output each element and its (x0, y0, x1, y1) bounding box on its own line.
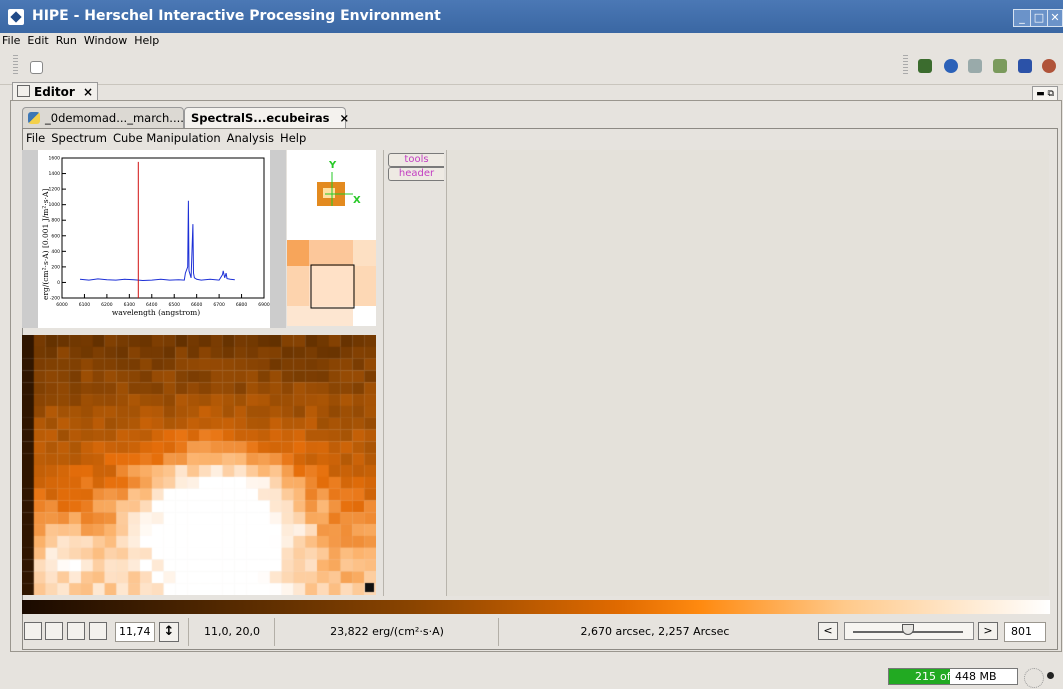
tab-editor[interactable]: Editor × (12, 82, 98, 101)
y-tick-label: 200 (51, 264, 60, 270)
spectrum-line (79, 200, 235, 282)
prev-slice-button[interactable]: < (818, 622, 838, 640)
flux-value: 23,822 erg/(cm²·s·A) (274, 618, 499, 646)
y-tick-label: 600 (51, 233, 60, 239)
tab-spectral-cube[interactable]: SpectralS...ecubeiras × (184, 107, 349, 128)
plot-margin-left (22, 150, 38, 328)
y-tick-label: 1000 (49, 202, 61, 208)
menu-window[interactable]: Window (84, 34, 127, 47)
cube-menu-file[interactable]: File (26, 131, 45, 145)
zoom-fit-icon[interactable] (67, 622, 85, 640)
tab-editor-close[interactable]: × (83, 85, 93, 99)
tab-editor-label: Editor (34, 85, 75, 99)
x-tick-label: 6100 (79, 302, 91, 308)
toolbar-grip[interactable] (13, 55, 18, 75)
cube-menu-analysis[interactable]: Analysis (227, 131, 274, 145)
tab-tools[interactable]: tools (388, 153, 444, 167)
tab-spectral-label: SpectralS...ecubeiras (191, 111, 330, 125)
cube-image[interactable] (22, 335, 376, 595)
cube-menu-help[interactable]: Help (280, 131, 306, 145)
tab-demo-script[interactable]: _0demomad..._march.... (22, 107, 184, 128)
memory-total: 448 MB (955, 670, 997, 683)
menu-file[interactable]: File (2, 34, 20, 47)
sky-coords: 2,670 arcsec, 2,257 Arcsec (498, 618, 811, 646)
y-tick-label: 1400 (49, 171, 61, 177)
close-icon[interactable]: ✕ (1047, 9, 1063, 27)
menu-edit[interactable]: Edit (27, 34, 48, 47)
y-tick-label: -200 (50, 296, 60, 302)
tab-header[interactable]: header (388, 167, 444, 181)
plot-frame (61, 157, 265, 299)
y-axis-label: erg/(cm²·s·A) [0.001 J/m²·s·A] (41, 189, 50, 300)
x-axis-label: wavelength (angstrom) (112, 308, 200, 317)
y-ticks: -200 0 200 400 600 800 1000 1200 1400 1600 (49, 156, 66, 302)
plot-margin-right (270, 150, 286, 328)
minimap-x-label: X (353, 195, 361, 206)
tools-panel (446, 150, 1049, 596)
y-tick-label: 0 (57, 280, 60, 286)
x-tick-label: 6900 (258, 302, 270, 308)
cube-minimap[interactable]: Y X (287, 150, 376, 326)
minimap-svg[interactable]: Y X (287, 150, 376, 326)
y-tick-label: 1600 (49, 156, 61, 162)
settings-icon[interactable] (1042, 59, 1056, 73)
next-slice-button[interactable]: > (978, 622, 998, 640)
spectrum-plot[interactable]: 6000 6100 6200 6300 6400 6500 6600 6700 6800 6900… (38, 150, 270, 328)
memory-usage-bar: 215 of 448 MB (888, 668, 1018, 685)
slider-thumb[interactable] (902, 624, 914, 635)
window-title: HIPE - Herschel Interactive Processing E… (32, 8, 441, 24)
console-icon[interactable] (1018, 59, 1032, 73)
x-tick-label: 6800 (236, 302, 248, 308)
x-tick-label: 6700 (213, 302, 225, 308)
slice-slider[interactable] (844, 622, 974, 640)
spectrum-chart[interactable]: 6000 6100 6200 6300 6400 6500 6600 6700 6800 6900… (38, 150, 270, 328)
minimap-highlight (323, 188, 335, 198)
y-tick-label: 400 (51, 249, 60, 255)
cube-menu-spectrum[interactable]: Spectrum (51, 131, 107, 145)
app-icon[interactable] (8, 9, 24, 25)
status-bar: 11,74 ↕ 11,0, 20,0 23,822 erg/(cm²·s·A) … (22, 618, 1050, 646)
x-ticks: 6000 6100 6200 6300 6400 6500 6600 6700 6800 6900 (56, 294, 270, 308)
minimap-y-label: Y (328, 160, 337, 171)
search-icon[interactable] (944, 59, 958, 73)
view-icon[interactable] (968, 59, 982, 73)
zoom-out-icon[interactable] (45, 622, 63, 640)
editor-icon (17, 85, 30, 97)
zoom-value-field[interactable]: 11,74 (115, 622, 155, 642)
main-menubar: File Edit Run Window Help (0, 33, 1063, 49)
cube-menu-cube-manipulation[interactable]: Cube Manipulation (113, 131, 221, 145)
gc-spinner-icon[interactable] (1024, 668, 1044, 688)
tab-spectral-close[interactable]: × (339, 111, 349, 125)
series-layer (79, 161, 235, 298)
zoom-in-icon[interactable] (24, 622, 42, 640)
slice-number-field[interactable]: 801 (1004, 622, 1046, 642)
vertical-arrows-icon[interactable]: ↕ (159, 622, 179, 642)
zoom-reset-icon[interactable] (89, 622, 107, 640)
tab-demo-label: _0demomad..._march.... (45, 111, 184, 125)
x-tick-label: 6000 (56, 302, 68, 308)
cube-menubar: File Spectrum Cube Manipulation Analysis Hel… (26, 130, 312, 147)
memory-of: of (940, 670, 951, 683)
memory-used: 215 (915, 670, 936, 683)
y-tick-label: 1200 (49, 187, 61, 193)
new-file-icon[interactable] (30, 61, 43, 74)
y-tick-label: 800 (51, 218, 60, 224)
home-icon[interactable] (918, 59, 932, 73)
perspective-icon[interactable] (993, 59, 1007, 73)
color-scale-bar (22, 600, 1050, 614)
minimize-icon[interactable]: _ (1013, 9, 1031, 27)
window-titlebar: HIPE - Herschel Interactive Processing E… (0, 0, 1063, 33)
pixel-coords: 11,0, 20,0 (188, 618, 275, 646)
maximize-icon[interactable]: □ (1030, 9, 1048, 27)
python-icon (28, 112, 40, 124)
gc-button-icon[interactable] (1047, 672, 1054, 679)
menu-help[interactable]: Help (134, 34, 159, 47)
toolbar-grip-right[interactable] (903, 55, 908, 75)
menu-run[interactable]: Run (56, 34, 77, 47)
main-toolbar (0, 50, 1063, 85)
